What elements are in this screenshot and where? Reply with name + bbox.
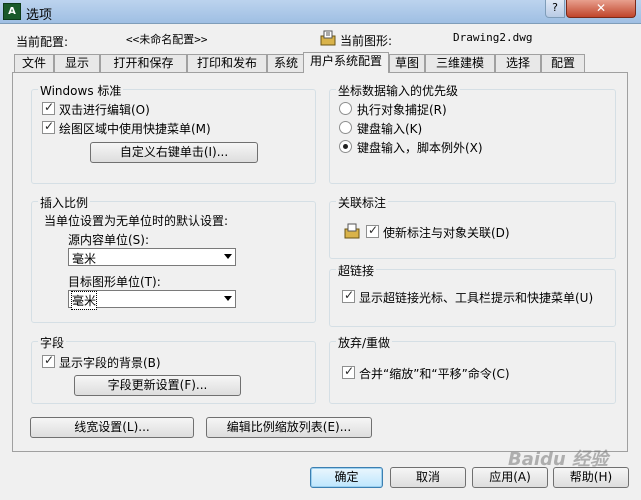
target-units-label: 目标图形单位(T): — [68, 275, 161, 289]
coord-input-group: 坐标数据输入的优先级 执行对象捕捉(R) 键盘输入(K) 键盘输入，脚本例外(X… — [329, 82, 616, 184]
unitless-desc: 当单位设置为无单位时的默认设置: — [44, 214, 229, 228]
combine-zoom-pan-label: 合并“缩放”和“平移”命令(C) — [359, 367, 510, 381]
autocad-icon: A — [3, 3, 21, 20]
tab-drafting[interactable]: 草图 — [389, 54, 425, 72]
group-title: 放弃/重做 — [336, 334, 393, 351]
insertion-scale-group: 插入比例 当单位设置为无单位时的默认设置: 源内容单位(S): 毫米 目标图形单… — [31, 194, 316, 323]
keyboard-entry-label: 键盘输入(K) — [357, 122, 423, 136]
group-title: 关联标注 — [336, 194, 389, 211]
hyperlink-cursor-label: 显示超链接光标、工具栏提示和快捷菜单(U) — [359, 291, 594, 305]
drawing-label: 当前图形: — [340, 34, 393, 48]
right-click-customize-button[interactable]: 自定义右键单击(I)... — [90, 142, 258, 163]
group-title: 坐标数据输入的优先级 — [336, 82, 461, 99]
hyperlink-group: 超链接 ✓ 显示超链接光标、工具栏提示和快捷菜单(U) — [329, 262, 616, 327]
shortcut-menu-label: 绘图区域中使用快捷菜单(M) — [59, 122, 211, 136]
combine-zoom-pan-checkbox[interactable]: ✓ — [342, 364, 355, 379]
close-icon[interactable]: ✕ — [566, 0, 636, 18]
hyperlink-cursor-checkbox[interactable]: ✓ — [342, 288, 355, 303]
associative-dim-group: 关联标注 ✓ 使新标注与对象关联(D) — [329, 194, 616, 259]
associate-dim-checkbox[interactable]: ✓ — [366, 223, 379, 238]
options-dialog: 当前配置: <<未命名配置>> 当前图形: Drawing2.dwg 文件 显示… — [0, 24, 641, 500]
title-bar: A 选项 ? ✕ — [0, 0, 641, 24]
dimension-icon — [344, 223, 360, 239]
dblclick-edit-label: 双击进行编辑(O) — [59, 103, 150, 117]
tab-selection[interactable]: 选择 — [495, 54, 541, 72]
tab-display[interactable]: 显示 — [54, 54, 100, 72]
group-title: Windows 标准 — [38, 82, 124, 99]
tab-user-preferences[interactable]: 用户系统配置 — [303, 52, 389, 73]
tab-system[interactable]: 系统 — [267, 54, 305, 72]
lineweight-settings-button[interactable]: 线宽设置(L)... — [30, 417, 194, 438]
help-icon[interactable]: ? — [545, 0, 565, 18]
watermark: Baidu 经验 — [508, 449, 609, 470]
source-units-select[interactable]: 毫米 — [68, 248, 236, 266]
ok-button[interactable]: 确定 — [310, 467, 383, 488]
keyboard-except-scripts-label: 键盘输入，脚本例外(X) — [357, 141, 483, 155]
field-background-label: 显示字段的背景(B) — [59, 356, 161, 370]
tab-plot-publish[interactable]: 打印和发布 — [187, 54, 267, 72]
object-snap-label: 执行对象捕捉(R) — [357, 103, 447, 117]
tab-files[interactable]: 文件 — [14, 54, 54, 72]
field-background-checkbox[interactable]: ✓ — [42, 353, 55, 368]
field-update-settings-button[interactable]: 字段更新设置(F)... — [74, 375, 241, 396]
chevron-down-icon — [224, 254, 232, 259]
window-title: 选项 — [26, 8, 53, 23]
tab-open-save[interactable]: 打开和保存 — [100, 54, 187, 72]
source-units-label: 源内容单位(S): — [68, 233, 150, 247]
fields-group: 字段 ✓ 显示字段的背景(B) 字段更新设置(F)... — [31, 334, 316, 404]
group-title: 超链接 — [336, 262, 377, 279]
undo-redo-group: 放弃/重做 ✓ 合并“缩放”和“平移”命令(C) — [329, 334, 616, 404]
tab-3d-modeling[interactable]: 三维建模 — [425, 54, 495, 72]
tab-profiles[interactable]: 配置 — [541, 54, 585, 72]
keyboard-entry-radio[interactable] — [339, 121, 352, 134]
chevron-down-icon — [224, 296, 232, 301]
edit-scale-list-button[interactable]: 编辑比例缩放列表(E)... — [206, 417, 372, 438]
drawing-value: Drawing2.dwg — [453, 31, 533, 44]
group-title: 字段 — [38, 334, 67, 351]
shortcut-menu-checkbox[interactable]: ✓ — [42, 119, 55, 134]
windows-standard-group: Windows 标准 ✓ 双击进行编辑(O) ✓ 绘图区域中使用快捷菜单(M) … — [31, 82, 316, 184]
tab-panel: Windows 标准 ✓ 双击进行编辑(O) ✓ 绘图区域中使用快捷菜单(M) … — [12, 72, 628, 452]
associate-dim-label: 使新标注与对象关联(D) — [383, 226, 510, 240]
cancel-button[interactable]: 取消 — [390, 467, 466, 488]
target-units-select[interactable]: 毫米 — [68, 290, 236, 310]
group-title: 插入比例 — [38, 194, 91, 211]
dblclick-edit-checkbox[interactable]: ✓ — [42, 100, 55, 115]
profile-label: 当前配置: — [16, 35, 69, 49]
object-snap-radio[interactable] — [339, 102, 352, 115]
keyboard-except-scripts-radio[interactable] — [339, 140, 352, 153]
profile-value: <<未命名配置>> — [126, 33, 208, 46]
drawing-icon — [320, 30, 336, 46]
